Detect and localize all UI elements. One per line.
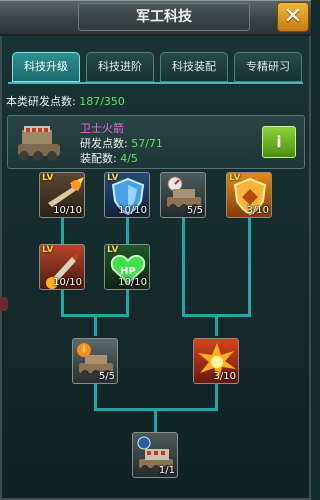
rocket-launcher-unit-icon [18, 126, 60, 161]
tech-node-armor-shield[interactable]: LV 3/10 [226, 172, 272, 218]
tech-node-speed-tank[interactable]: 5/5 [160, 172, 206, 218]
connector [182, 218, 185, 314]
unit-rd-label: 研发点数: [80, 137, 128, 150]
connector [154, 408, 157, 432]
tech-node-hp[interactable]: HP LV 10/10 [104, 244, 150, 290]
node-count: 3/10 [246, 205, 269, 216]
tab-underline [8, 82, 303, 84]
node-count: 10/10 [53, 205, 82, 216]
tab-specialize[interactable]: 专精研习 [234, 52, 302, 82]
connector [61, 290, 64, 314]
connector [61, 218, 64, 244]
research-points-label: 本类研发点数: [6, 95, 76, 108]
tab-advance[interactable]: 科技进阶 [86, 52, 154, 82]
connector [215, 384, 218, 408]
node-count: 10/10 [53, 277, 82, 288]
unit-rd-value: 57/71 [131, 137, 163, 150]
unit-rd-line: 研发点数: 57/71 [80, 135, 163, 151]
level-badge: LV [42, 245, 54, 255]
node-count: 5/5 [98, 371, 115, 382]
info-button[interactable]: i [262, 126, 296, 158]
window-header: 军工科技 ✕ [0, 0, 311, 36]
node-count: 10/10 [118, 205, 147, 216]
tab-equip[interactable]: 科技装配 [160, 52, 228, 82]
unit-equip-label: 装配数: [80, 152, 117, 165]
window-title: 军工科技 [78, 3, 250, 31]
node-count: 3/10 [213, 371, 236, 382]
research-points: 本类研发点数: 187/350 [6, 93, 125, 109]
unit-name: 卫士火箭 [80, 122, 124, 135]
research-points-value: 187/350 [79, 95, 125, 108]
level-badge: LV [107, 173, 119, 183]
tab-upgrade[interactable]: 科技升级 [12, 52, 80, 82]
connector [94, 384, 97, 408]
svg-text:HP: HP [120, 266, 136, 277]
connector [248, 218, 251, 314]
level-badge: LV [229, 173, 241, 183]
tech-tree: LV 10/10 LV 10/10 5/5 LV 3/10 LV 10/10 H… [0, 168, 311, 500]
side-handle[interactable] [0, 297, 8, 311]
tech-node-fire-tank[interactable]: 5/5 [72, 338, 118, 384]
level-badge: LV [42, 173, 54, 183]
unit-equip-line: 装配数: 4/5 [80, 150, 138, 166]
connector [215, 314, 218, 336]
tech-node-missile[interactable]: LV 10/10 [39, 244, 85, 290]
node-count: 1/1 [158, 465, 175, 476]
connector [126, 218, 129, 244]
node-count: 10/10 [118, 277, 147, 288]
connector [126, 290, 129, 314]
close-button[interactable]: ✕ [277, 2, 309, 32]
tech-node-shield[interactable]: LV 10/10 [104, 172, 150, 218]
level-badge: LV [107, 245, 119, 255]
tab-bar: 科技升级 科技进阶 科技装配 专精研习 [12, 52, 302, 82]
connector [94, 314, 97, 336]
tech-node-explosion[interactable]: 3/10 [193, 338, 239, 384]
tech-node-muzzle-flash[interactable]: LV 10/10 [39, 172, 85, 218]
tech-node-rocket-tank[interactable]: 1/1 [132, 432, 178, 478]
unit-equip-value: 4/5 [120, 152, 138, 165]
unit-info-panel: 卫士火箭 研发点数: 57/71 装配数: 4/5 i [7, 115, 305, 169]
node-count: 5/5 [186, 205, 203, 216]
